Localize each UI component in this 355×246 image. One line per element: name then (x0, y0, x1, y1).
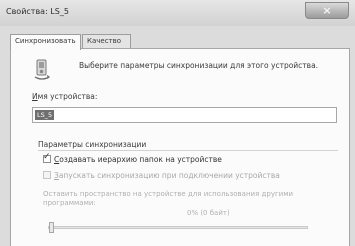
create-hierarchy-checkbox[interactable]: ✓ (43, 152, 51, 163)
autostart-sync-checkbox (43, 171, 51, 179)
window-title: Свойства: LS_5 (6, 7, 69, 16)
close-icon: × (322, 4, 332, 17)
device-name-label-rest: мя устройства: (37, 92, 98, 101)
device-name-value: LS_5 (35, 110, 55, 120)
reserve-space-value: 0% (0 байт) (187, 209, 230, 217)
tab-quality[interactable]: Качество (82, 34, 131, 49)
tab-sync[interactable]: Синхронизовать (10, 34, 81, 50)
device-name-label: Имя устройства: (32, 92, 97, 101)
checkmark-icon: ✓ (43, 152, 51, 162)
create-hierarchy-option[interactable]: ✓ Создавать иерархию папок на устройстве (43, 152, 222, 164)
reserve-space-slider-track (48, 226, 308, 229)
sync-tab-panel: Выберите параметры синхронизации для это… (10, 48, 350, 246)
reserve-space-slider-thumb (49, 222, 54, 233)
reserve-space-text: Оставить пространство на устройстве для … (43, 190, 294, 207)
sync-params-title: Параметры синхронизации (38, 140, 147, 149)
intro-text: Выберите параметры синхронизации для это… (79, 61, 319, 70)
group-divider (38, 150, 338, 151)
create-hierarchy-label: оздавать иерархию папок на устройстве (59, 155, 222, 164)
autostart-sync-label: апускать синхронизацию при подключении у… (58, 171, 280, 180)
autostart-sync-option: Запускать синхронизацию при подключении … (43, 171, 280, 180)
sync-device-icon (34, 59, 50, 80)
title-bar: Свойства: LS_5 × (0, 0, 355, 26)
properties-window: Свойства: LS_5 × Синхронизовать Качество… (0, 0, 355, 246)
close-button[interactable]: × (305, 2, 349, 19)
device-name-input[interactable]: LS_5 (32, 107, 337, 123)
